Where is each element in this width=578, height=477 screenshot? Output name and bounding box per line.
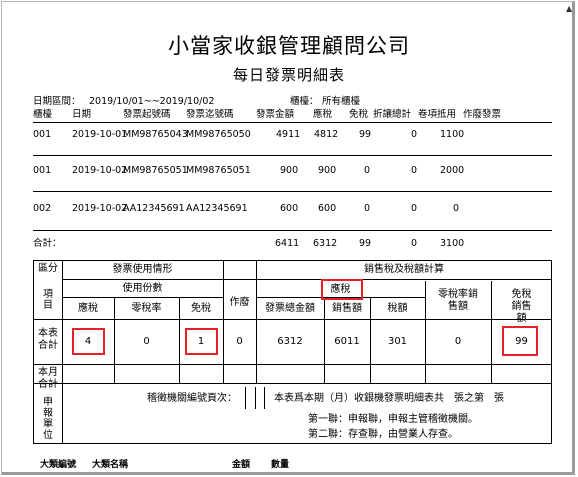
value-void: 0: [236, 336, 243, 347]
row3-voucher: 0: [453, 203, 460, 214]
totals-label: 合計：: [33, 238, 62, 249]
col-tax-free-header: 免稅: [191, 303, 211, 314]
row1-discount: 0: [411, 129, 418, 140]
row-label-this-table: 本表合計: [38, 328, 58, 351]
col-invoice-total-header: 發票總金額: [265, 303, 315, 314]
row3-taxable: 600: [318, 203, 337, 214]
row-label-report-unit: 申報單位: [43, 397, 53, 441]
row2-discount: 0: [411, 165, 418, 176]
bottom-cat-name: 大類名稱: [92, 460, 129, 470]
row3-date: 2019-10-02: [72, 203, 128, 214]
col-header-void: 作廢發票: [463, 109, 502, 120]
date-range-value: 2019/10/01~~2019/10/02: [89, 96, 215, 107]
highlight-taxable-count: [72, 328, 105, 355]
col-header-counter: 櫃檯: [33, 109, 53, 120]
col-tax-free-sales-header: 免稅銷售額: [511, 289, 532, 324]
row2-taxfree: 0: [364, 165, 371, 176]
row2-voucher: 2000: [440, 165, 465, 176]
row1-taxfree: 99: [359, 129, 372, 140]
report-title: 每日發票明細表: [232, 66, 345, 84]
page-number-label: 稽徵機關編號頁次：: [147, 393, 237, 404]
item-col-label: 項目: [43, 289, 53, 311]
page-number-box-divider: [255, 387, 256, 409]
row-label-this-month: 本月合計: [38, 367, 58, 390]
value-zero-rate-sales: 0: [454, 336, 462, 347]
row3-end: AA12345691: [186, 203, 248, 214]
header-underline: [33, 122, 552, 123]
totals-taxfree: 99: [359, 238, 372, 249]
highlight-tax-free-sales: [502, 326, 538, 356]
row-divider: [33, 155, 552, 156]
page-note: 本表爲本期（月）收銀機發票明細表共 張之第 張: [274, 393, 504, 404]
invoice-usage-header: 發票使用情形: [112, 264, 173, 275]
col-header-start: 發票起號碼: [123, 109, 171, 120]
row2-counter: 001: [33, 165, 52, 176]
row3-discount: 0: [411, 203, 418, 214]
bottom-qty: 數量: [271, 460, 290, 470]
col-header-amount: 發票金額: [256, 109, 295, 120]
row-divider: [33, 230, 552, 231]
row2-amount: 900: [280, 165, 299, 176]
highlight-tax-free-count: [185, 328, 218, 355]
col-header-date: 日期: [72, 109, 92, 120]
col-header-end: 發票迄號碼: [186, 109, 234, 120]
company-title: 小當家收銀管理顧問公司: [168, 34, 410, 58]
sales-tax-header: 銷售稅及稅額計算: [364, 264, 444, 275]
col-zero-rate-header: 零稅率: [131, 303, 162, 314]
grid-line: [34, 383, 552, 384]
row1-date: 2019-10-01: [72, 129, 128, 140]
section-col-label: 區分: [38, 263, 58, 274]
highlight-taxable-header: [321, 279, 363, 300]
grid-line: [34, 319, 552, 320]
value-sales-amount: 6011: [334, 336, 360, 347]
row3-taxfree: 0: [364, 203, 371, 214]
row1-amount: 4911: [276, 129, 301, 140]
row1-end: MM98765050: [186, 129, 251, 140]
scroll-up-icon[interactable]: ▲: [566, 5, 574, 13]
totals-taxable: 6312: [313, 238, 338, 249]
counter-value: 所有櫃檯: [322, 96, 361, 107]
row2-end: MM98765051: [186, 165, 251, 176]
totals-voucher: 3100: [440, 238, 465, 249]
counter-label: 櫃檯：: [290, 96, 319, 107]
row2-start: MM98765051: [123, 165, 188, 176]
copy-note-1: 第一聯：申報聯，申報主管稽徵機關。: [308, 414, 478, 425]
row3-start: AA12345691: [123, 203, 185, 214]
grid-line: [34, 364, 552, 365]
row1-taxable: 4812: [314, 129, 339, 140]
row1-voucher: 1100: [440, 129, 465, 140]
bottom-amount: 金額: [232, 460, 251, 470]
col-header-discount: 折讓總計: [373, 109, 412, 120]
totals-discount: 0: [411, 238, 418, 249]
grid-line: [62, 279, 552, 280]
col-zero-rate-sales-header: 零稅率銷售額: [438, 289, 478, 312]
col-sales-amount-header: 銷售額: [332, 303, 362, 314]
date-range-label: 日期區間：: [33, 96, 81, 107]
row2-date: 2019-10-02: [72, 165, 128, 176]
col-header-taxfree: 免稅: [349, 109, 369, 120]
col-taxable-header: 應稅: [78, 303, 98, 314]
row1-counter: 001: [33, 129, 52, 140]
bottom-cat-code: 大類編號: [40, 460, 77, 470]
col-tax-amount-header: 稅額: [387, 303, 408, 314]
col-header-taxable: 應稅: [313, 109, 333, 120]
grid-line: [62, 297, 223, 298]
used-copies-header: 使用份數: [122, 283, 163, 294]
row2-taxable: 900: [318, 165, 337, 176]
row3-amount: 600: [280, 203, 299, 214]
summary-table: 區分 項目 發票使用情形 使用份數 應稅 零稅率 免稅 作廢 銷售稅及稅額計算 …: [33, 260, 552, 444]
value-zero-rate: 0: [143, 336, 150, 347]
col-header-voucher: 卷項抵用: [418, 109, 457, 120]
totals-amount: 6411: [275, 238, 300, 249]
col-void-header: 作廢: [229, 297, 250, 308]
value-tax-amount: 301: [387, 336, 408, 347]
row3-counter: 002: [33, 203, 52, 214]
row1-start: MM98765043: [123, 129, 188, 140]
copy-note-2: 第二聯：存查聯，由營業人存查。: [308, 429, 458, 440]
value-invoice-total: 6312: [277, 336, 303, 347]
row-divider: [33, 191, 552, 192]
